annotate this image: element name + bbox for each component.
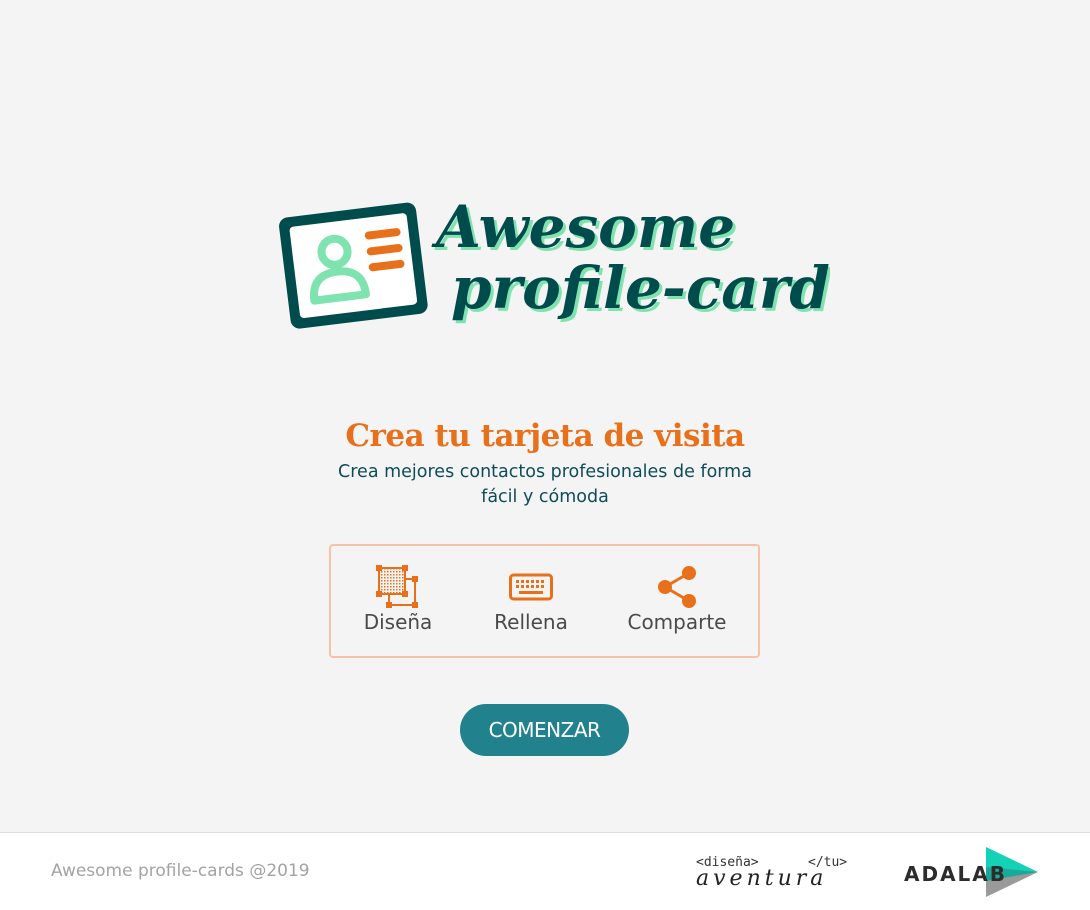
adalab-logo-text: ADALAB [904, 862, 1007, 886]
step-share: Comparte [607, 564, 747, 634]
step-label-share: Comparte [627, 610, 727, 634]
keyboard-icon [509, 573, 553, 601]
landing-main: Awesome Awesome profile-cards profile-ca… [0, 0, 1090, 832]
id-card-icon [279, 202, 428, 329]
footer-copyright: Awesome profile-cards @2019 [51, 861, 310, 881]
footer: Awesome profile-cards @2019 <diseña> </t… [0, 832, 1090, 910]
adalab-logo[interactable]: ADALAB [902, 845, 1042, 901]
logo-line1: Awesome [431, 193, 735, 261]
app-logo: Awesome Awesome profile-cards profile-ca… [270, 188, 830, 338]
share-icon [658, 566, 696, 608]
steps-panel: Diseña Rellena Comparte [329, 544, 760, 658]
logo-line2: profile-cards [451, 254, 830, 322]
step-label-fill: Rellena [494, 610, 568, 634]
step-label-design: Diseña [363, 610, 433, 634]
design-grid-icon [376, 565, 418, 608]
hero-subtitle: Crea mejores contactos profesionales de … [338, 462, 752, 507]
step-design: Diseña [328, 564, 468, 634]
step-fill: Rellena [461, 564, 601, 634]
disena-tu-aventura-logo[interactable]: <diseña> </tu> aventura [694, 851, 854, 891]
start-button[interactable]: COMENZAR [460, 704, 629, 756]
tu-logo-word: aventura [696, 866, 827, 891]
hero-title: Crea tu tarjeta de visita [345, 418, 745, 454]
